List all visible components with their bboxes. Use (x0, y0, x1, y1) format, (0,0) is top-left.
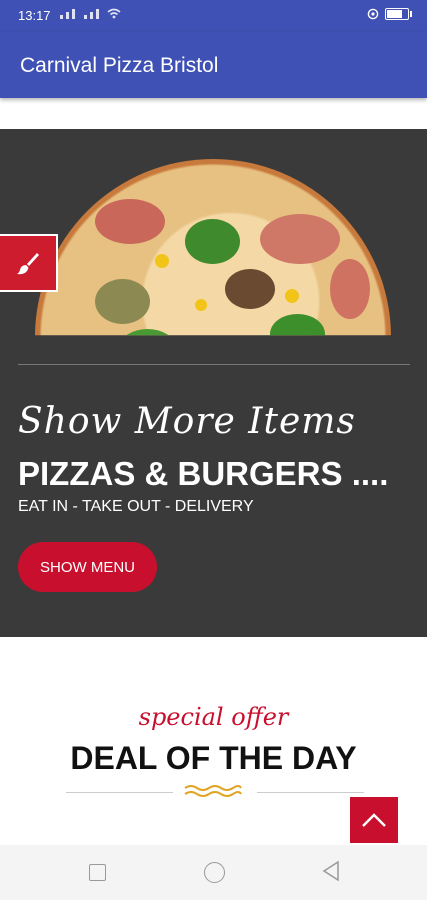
hero-headline: PIZZAS & BURGERS .... (18, 455, 389, 492)
title-divider-left (66, 792, 173, 793)
system-navigation-bar (0, 845, 427, 900)
app-title: Carnival Pizza Bristol (20, 54, 219, 77)
hero-divider (18, 364, 410, 365)
hero-subline: EAT IN - TAKE OUT - DELIVERY (18, 498, 254, 515)
signal-icon (60, 8, 121, 19)
hero-script-text: Show More Items (18, 401, 356, 442)
scroll-to-top-button[interactable] (350, 797, 398, 843)
style-switcher-tab[interactable] (0, 234, 58, 292)
status-bar: 13:17 (0, 0, 427, 32)
hero-banner: Show More Items PIZZAS & BURGERS .... EA… (0, 129, 427, 637)
back-button[interactable] (321, 860, 341, 882)
deal-of-the-day-title: DEAL OF THE DAY (70, 740, 357, 776)
special-offer-label: special offer (138, 703, 289, 731)
show-menu-button[interactable]: SHOW MENU (18, 542, 157, 592)
alarm-icon (367, 8, 379, 20)
chevron-up-icon (362, 813, 386, 827)
recent-apps-button[interactable] (89, 864, 106, 881)
title-divider-right (257, 792, 364, 793)
wave-ornament-icon (184, 785, 242, 797)
wifi-icon (107, 8, 121, 19)
app-bar: Carnival Pizza Bristol (0, 32, 427, 98)
home-button[interactable] (204, 862, 225, 883)
paint-brush-icon (17, 253, 39, 275)
battery-icon (385, 8, 412, 20)
status-time: 13:17 (18, 8, 51, 23)
